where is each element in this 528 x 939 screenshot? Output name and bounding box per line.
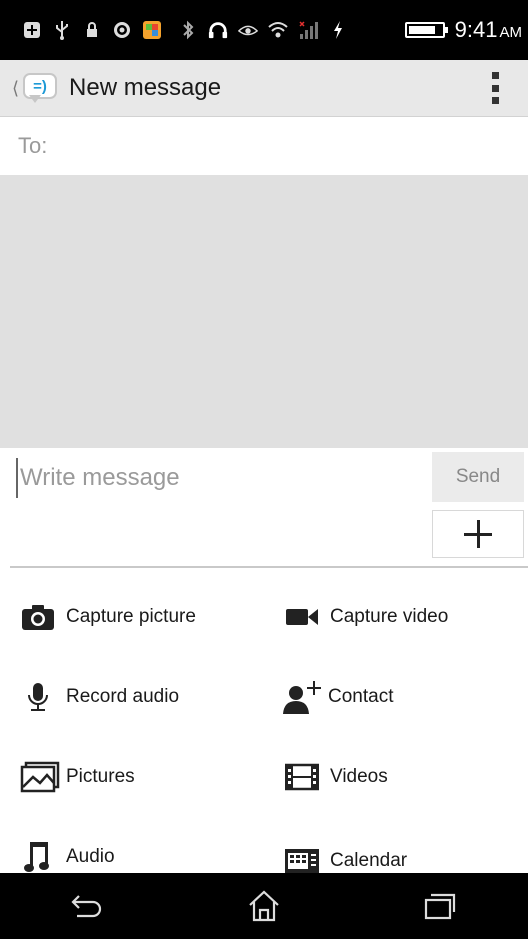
message-input[interactable]: Write message [16,458,420,498]
bluetooth-icon [178,20,198,40]
recipient-field[interactable]: To: [0,117,528,175]
back-arrow-icon [71,895,102,918]
recents-button[interactable] [405,881,475,931]
add-icon [22,20,42,40]
charging-icon [328,20,348,40]
attachment-options: Capture picture Capture video Record aud… [0,568,528,873]
back-button[interactable] [53,881,123,931]
conversation-area [0,175,528,448]
home-button[interactable] [229,881,299,931]
add-contact-icon [280,681,324,714]
contact-label: Contact [328,686,394,707]
fm-icon [112,20,132,40]
pictures-icon [20,761,60,793]
video-camera-icon [284,602,320,632]
status-time: 9:41 AM [454,17,522,42]
capture-picture-label: Capture picture [66,606,196,627]
add-attachment-button[interactable] [432,510,524,558]
audio-label: Audio [66,846,115,867]
pictures-label: Pictures [66,766,135,787]
signal-icon [298,20,318,40]
calendar-label: Calendar [330,850,408,871]
videos-option[interactable]: Videos [284,752,388,802]
overflow-menu-icon[interactable] [490,72,500,104]
pictures-option[interactable]: Pictures [20,752,135,802]
wifi-icon [268,20,288,40]
home-icon [249,890,279,922]
calendar-icon [284,846,320,876]
to-label: To: [18,133,48,158]
compose-area: Write message Send [0,448,528,566]
headphones-icon [208,20,228,40]
navigation-bar [0,873,528,939]
microphone-icon [20,682,56,712]
videos-label: Videos [330,766,388,787]
capture-picture-option[interactable]: Capture picture [20,592,196,642]
lock-icon [82,20,102,40]
back-caret-icon[interactable]: ⟨ [12,78,19,99]
page-title: New message [69,74,222,101]
messaging-app-icon[interactable]: =) [23,73,58,103]
record-audio-option[interactable]: Record audio [20,672,179,722]
film-icon [284,762,320,792]
gallery-icon [142,20,162,40]
capture-video-label: Capture video [330,606,449,627]
eye-icon [238,20,258,40]
contact-option[interactable]: Contact [280,672,393,722]
record-audio-label: Record audio [66,686,180,707]
usb-icon [52,20,72,40]
camera-icon [20,602,56,632]
status-bar: 9:41 AM [0,0,528,60]
battery-icon [404,22,448,38]
music-note-icon [20,842,56,872]
action-bar: ⟨ =) New message [0,60,528,117]
send-button[interactable]: Send [432,452,524,502]
capture-video-option[interactable]: Capture video [284,592,448,642]
recents-icon [424,893,456,920]
